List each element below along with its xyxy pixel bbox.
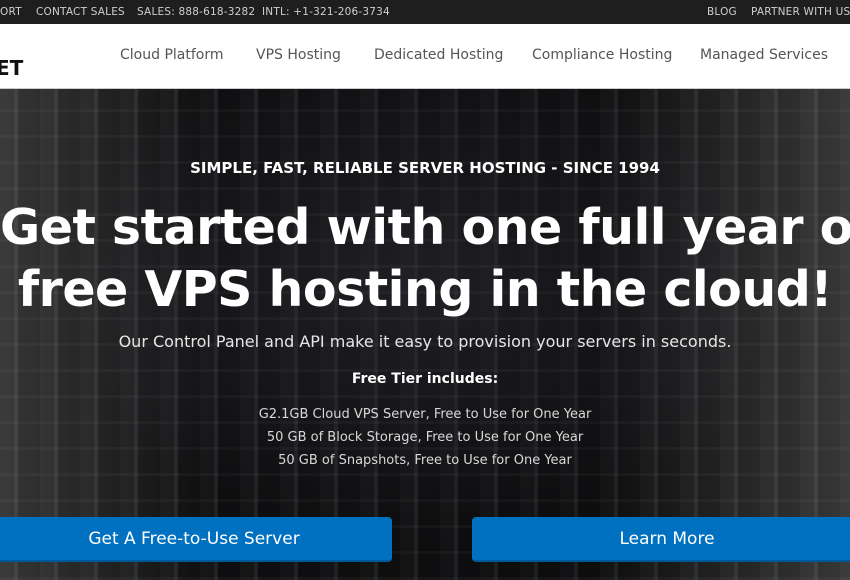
nav-compliance-hosting[interactable]: Compliance Hosting — [532, 47, 672, 63]
nav-dedicated-hosting[interactable]: Dedicated Hosting — [374, 47, 503, 63]
nav-vps-hosting[interactable]: VPS Hosting — [256, 47, 341, 63]
nav-cloud-platform[interactable]: Cloud Platform — [120, 47, 223, 63]
contact-sales-link[interactable]: CONTACT SALES — [36, 6, 125, 18]
free-tier-item: 50 GB of Block Storage, Free to Use for … — [266, 430, 584, 445]
support-link[interactable]: ORT — [0, 6, 22, 18]
main-nav: ET Cloud Platform VPS Hosting Dedicated … — [0, 24, 850, 89]
intl-phone-link[interactable]: INTL: +1-321-206-3734 — [262, 6, 390, 18]
free-tier-item: G2.1GB Cloud VPS Server, Free to Use for… — [258, 407, 592, 422]
learn-more-button[interactable]: Learn More — [472, 517, 850, 562]
get-free-server-button[interactable]: Get A Free-to-Use Server — [0, 517, 392, 562]
headline-line-1: Get started with one full year of — [0, 199, 850, 256]
hero-section: SIMPLE, FAST, RELIABLE SERVER HOSTING - … — [0, 89, 850, 580]
hero-subtitle: Our Control Panel and API make it easy t… — [118, 332, 732, 351]
blog-link[interactable]: BLOG — [707, 6, 737, 18]
free-tier-item: 50 GB of Snapshots, Free to Use for One … — [278, 453, 572, 468]
partner-link[interactable]: PARTNER WITH US — [751, 6, 850, 18]
hero-tagline: SIMPLE, FAST, RELIABLE SERVER HOSTING - … — [190, 159, 660, 177]
hero-headline: Get started with one full year of free V… — [0, 197, 850, 321]
logo[interactable]: ET — [0, 56, 23, 80]
headline-line-2: free VPS hosting in the cloud! — [17, 261, 833, 318]
top-utility-bar: ORT CONTACT SALES SALES: 888-618-3282 IN… — [0, 0, 850, 24]
free-tier-title: Free Tier includes: — [351, 371, 499, 387]
nav-managed-services[interactable]: Managed Services — [700, 47, 828, 63]
sales-phone-link[interactable]: SALES: 888-618-3282 — [137, 6, 255, 18]
